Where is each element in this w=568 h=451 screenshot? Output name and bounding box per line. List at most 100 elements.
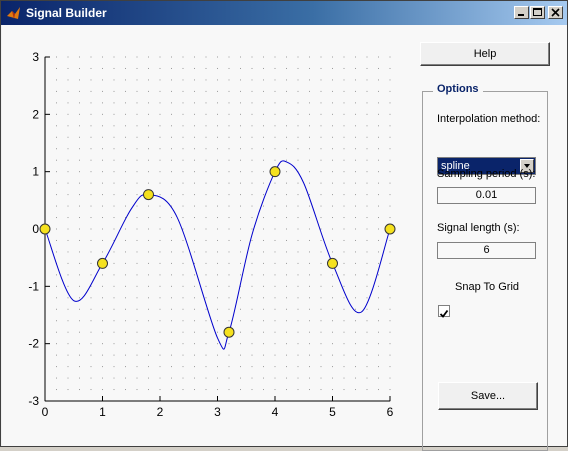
grid-dot (205, 285, 207, 287)
grid-dot (217, 285, 218, 287)
grid-dot (136, 274, 138, 276)
grid-dot (274, 113, 276, 115)
grid-dot (251, 331, 253, 333)
grid-dot (113, 354, 115, 356)
help-button[interactable]: Help (420, 42, 550, 66)
grid-dot (332, 171, 333, 173)
grid-dot (263, 308, 264, 310)
grid-dot (228, 194, 230, 196)
signal-plot[interactable]: 0 1 2 3 4 5 6 3 2 1 0 -1 -2 -3 (2, 25, 407, 446)
grid-dot (286, 205, 287, 207)
grid-dot (148, 239, 149, 241)
control-point[interactable] (384, 223, 396, 235)
grid-dot (125, 354, 126, 356)
grid-dot (79, 90, 80, 92)
grid-dot (309, 228, 310, 230)
sampling-period-field[interactable]: 0.01 (437, 187, 536, 204)
grid-dot (159, 389, 161, 391)
grid-dot (389, 67, 391, 69)
grid-dot (67, 331, 69, 333)
control-point[interactable] (269, 166, 281, 178)
grid-dot (125, 125, 126, 127)
close-icon (551, 8, 560, 17)
close-button[interactable] (548, 6, 563, 19)
control-point[interactable] (143, 189, 154, 201)
grid-dot (102, 366, 103, 368)
grid-dot (79, 79, 80, 81)
grid-dot (171, 343, 172, 345)
grid-dot (136, 90, 138, 92)
grid-dot (136, 194, 138, 196)
signal-length-field[interactable]: 6 (437, 242, 536, 259)
grid-dot (67, 125, 69, 127)
grid-dot (56, 182, 57, 184)
grid-dot (194, 217, 195, 219)
grid-dot (217, 205, 218, 207)
grid-dot (182, 343, 184, 345)
grid-dot (355, 67, 356, 69)
grid-dot (297, 182, 299, 184)
grid-dot (286, 90, 287, 92)
grid-dot (159, 343, 161, 345)
grid-dot (263, 79, 264, 81)
grid-dot (194, 389, 195, 391)
grid-dot (56, 171, 57, 173)
grid-dot (343, 308, 345, 310)
grid-dot (159, 136, 161, 138)
grid-dot (320, 274, 322, 276)
grid-dot (171, 239, 172, 241)
grid-dot (67, 194, 69, 196)
grid-dot (228, 148, 230, 150)
grid-dot (263, 159, 264, 161)
grid-dot (251, 308, 253, 310)
control-point[interactable] (97, 257, 108, 269)
grid-dot (366, 205, 368, 207)
grid-dot (228, 262, 230, 264)
grid-dot (366, 56, 368, 58)
grid-dot (136, 251, 138, 253)
grid-dot (79, 343, 80, 345)
control-point[interactable] (223, 326, 235, 338)
grid-dot (343, 182, 345, 184)
grid-dot (102, 217, 103, 219)
minimize-button[interactable] (514, 6, 529, 19)
grid-dot (366, 228, 368, 230)
grid-dot (136, 125, 138, 127)
grid-dot (274, 262, 276, 264)
grid-dot (136, 262, 138, 264)
control-point[interactable] (39, 223, 51, 235)
grid-dot (90, 136, 92, 138)
grid-dot (217, 308, 218, 310)
options-title: Options (433, 83, 483, 95)
grid-dot (343, 67, 345, 69)
grid-dot (125, 159, 126, 161)
grid-dot (274, 308, 276, 310)
grid-dot (67, 251, 69, 253)
control-point[interactable] (327, 257, 338, 269)
grid-dot (228, 389, 230, 391)
grid-dot (378, 148, 379, 150)
grid-dot (286, 366, 287, 368)
grid-dot (263, 366, 264, 368)
grid-dot (251, 148, 253, 150)
grid-dot (355, 171, 356, 173)
snap-to-grid-checkbox[interactable] (438, 305, 450, 318)
grid-dot (378, 285, 379, 287)
grid-dot (332, 377, 333, 379)
grid-dot (251, 251, 253, 253)
grid-dot (148, 389, 149, 391)
grid-dot (217, 171, 218, 173)
x-tick-label: 1 (99, 405, 106, 419)
grid-dot (355, 182, 356, 184)
save-button[interactable]: Save... (438, 382, 538, 410)
grid-dot (309, 79, 310, 81)
grid-dot (286, 251, 287, 253)
grid-dot (355, 343, 356, 345)
grid-dot (240, 320, 241, 322)
grid-dot (297, 366, 299, 368)
grid-dot (274, 285, 276, 287)
grid-dot (90, 343, 92, 345)
maximize-button[interactable] (530, 6, 545, 19)
grid-dot (286, 79, 287, 81)
grid-dot (79, 377, 80, 379)
